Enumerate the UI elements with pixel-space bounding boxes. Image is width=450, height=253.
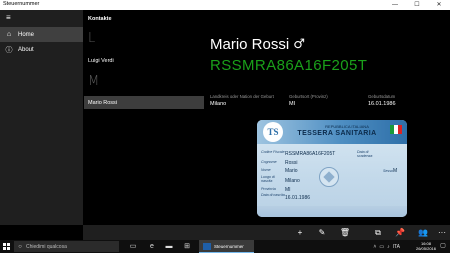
- card-sex-label: Sesso: [383, 169, 393, 173]
- page-header: Kontakte: [83, 10, 450, 28]
- card-province-label: Provincia: [261, 187, 276, 191]
- close-button[interactable]: ✕: [428, 0, 450, 10]
- task-view-icon[interactable]: ▭: [126, 241, 140, 252]
- taskbar-app-steuernummer[interactable]: Steuernummer: [199, 240, 254, 253]
- volume-icon[interactable]: ♪: [387, 244, 390, 250]
- birth-region-field: Landkreis oder Nation der Geburt Milano: [210, 94, 274, 107]
- store-icon[interactable]: ⊞: [180, 241, 194, 252]
- list-item[interactable]: Luigi Verdi: [84, 54, 204, 67]
- birth-province-field: Geburtsort (Provinz) MI: [289, 94, 328, 107]
- card-republic-label: REPUBBLICA ITALIANA: [325, 124, 369, 129]
- edit-icon[interactable]: ✎: [315, 227, 329, 238]
- minimize-button[interactable]: —: [384, 0, 406, 10]
- add-icon[interactable]: +: [293, 227, 307, 238]
- card-name-value: Mario: [285, 168, 298, 174]
- card-sex-value: M: [393, 168, 398, 174]
- windows-start-icon[interactable]: [3, 243, 10, 250]
- pin-icon[interactable]: 📌: [393, 227, 407, 238]
- card-title: TESSERA SANITARIA: [297, 130, 377, 137]
- card-name-label: Nome: [261, 168, 271, 172]
- system-tray: ˄ ▭ ♪ ITA: [373, 241, 400, 252]
- card-surname-label: Cognome: [261, 160, 277, 164]
- field-label: Geburtsort (Provinz): [289, 94, 328, 99]
- nav-pane: ≡ ⌂ Home ⓘ About: [0, 10, 83, 225]
- card-birthdate-value: 16.01.1986: [285, 195, 311, 201]
- file-explorer-icon[interactable]: ▬: [162, 241, 176, 252]
- info-icon: ⓘ: [5, 46, 13, 54]
- health-card: TS REPUBBLICA ITALIANA TESSERA SANITARIA…: [257, 120, 407, 217]
- list-item-selected[interactable]: Mario Rossi: [84, 96, 204, 109]
- card-code-label: Codice Fiscale: [261, 150, 285, 154]
- page-title: Kontakte: [88, 16, 112, 22]
- contact-name-line: Mario Rossi ♂: [210, 36, 305, 53]
- taskbar-clock[interactable]: 16:08 26/05/2016: [416, 241, 436, 251]
- contact-detail: Mario Rossi ♂ RSSMRA86A16F205T Landkreis…: [205, 28, 450, 225]
- birth-date-field: Geburtsdatum 16.01.1986: [368, 94, 396, 107]
- hamburger-menu-icon[interactable]: ≡: [6, 14, 11, 22]
- taskbar: ○ Chiedimi qualcosa ▭ e ▬ ⊞ Steuernummer…: [0, 240, 450, 253]
- card-surname-value: Rossi: [285, 160, 298, 166]
- chevron-up-icon[interactable]: ˄: [373, 244, 376, 250]
- card-birthplace-label: Luogo di nascita: [261, 175, 275, 183]
- action-center-icon[interactable]: ▢: [438, 242, 448, 251]
- app-icon: [203, 242, 211, 250]
- italian-emblem-icon: [319, 167, 339, 187]
- italian-flag-icon: [390, 125, 402, 134]
- window-title: Steuernummer: [3, 1, 40, 7]
- ts-logo-icon: TS: [263, 122, 283, 142]
- nav-item-label: About: [18, 46, 34, 53]
- group-header-m[interactable]: M: [88, 74, 99, 89]
- field-value: Milano: [210, 101, 227, 107]
- contact-name: Mario Rossi: [210, 36, 290, 53]
- copy-icon[interactable]: ⧉: [371, 227, 385, 238]
- group-header-l[interactable]: L: [88, 31, 95, 46]
- microphone-icon: ○: [18, 243, 22, 250]
- card-bottom-band: [257, 206, 407, 217]
- taskbar-search-box[interactable]: ○ Chiedimi qualcosa: [14, 241, 119, 252]
- home-icon: ⌂: [6, 31, 12, 38]
- search-placeholder: Chiedimi qualcosa: [26, 243, 67, 250]
- field-value: 16.01.1986: [368, 101, 396, 107]
- card-birthplace-value: Milano: [285, 178, 300, 184]
- fiscal-code: RSSMRA86A16F205T: [210, 57, 368, 74]
- taskbar-app-label: Steuernummer: [214, 243, 244, 249]
- network-icon[interactable]: ▭: [379, 244, 384, 250]
- contacts-icon[interactable]: 👥: [416, 227, 430, 238]
- window-titlebar: Steuernummer — ☐ ✕: [0, 0, 450, 10]
- male-gender-icon: ♂: [293, 37, 305, 52]
- command-bar: + ✎ 🗑 ⧉ 📌 👥 ···: [83, 225, 450, 240]
- edge-browser-icon[interactable]: e: [145, 241, 159, 252]
- field-label: Landkreis oder Nation der Geburt: [210, 94, 274, 99]
- field-label: Geburtsdatum: [368, 94, 396, 99]
- delete-icon[interactable]: 🗑: [338, 227, 352, 238]
- maximize-button[interactable]: ☐: [406, 0, 428, 10]
- field-value: MI: [289, 101, 296, 107]
- nav-item-home[interactable]: ⌂ Home: [0, 27, 83, 42]
- contact-list: L Luigi Verdi M Mario Rossi: [83, 28, 205, 225]
- nav-item-label: Home: [18, 31, 35, 38]
- card-expiry-label: Data di scadenza: [357, 150, 373, 158]
- nav-item-about[interactable]: ⓘ About: [0, 42, 83, 57]
- clock-date: 26/05/2016: [415, 246, 436, 251]
- card-code-value: RSSMRA86A16F205T: [285, 151, 336, 157]
- more-icon[interactable]: ···: [435, 227, 449, 238]
- card-birthdate-label: Data di nascita: [261, 193, 285, 197]
- keyboard-language[interactable]: ITA: [393, 244, 400, 250]
